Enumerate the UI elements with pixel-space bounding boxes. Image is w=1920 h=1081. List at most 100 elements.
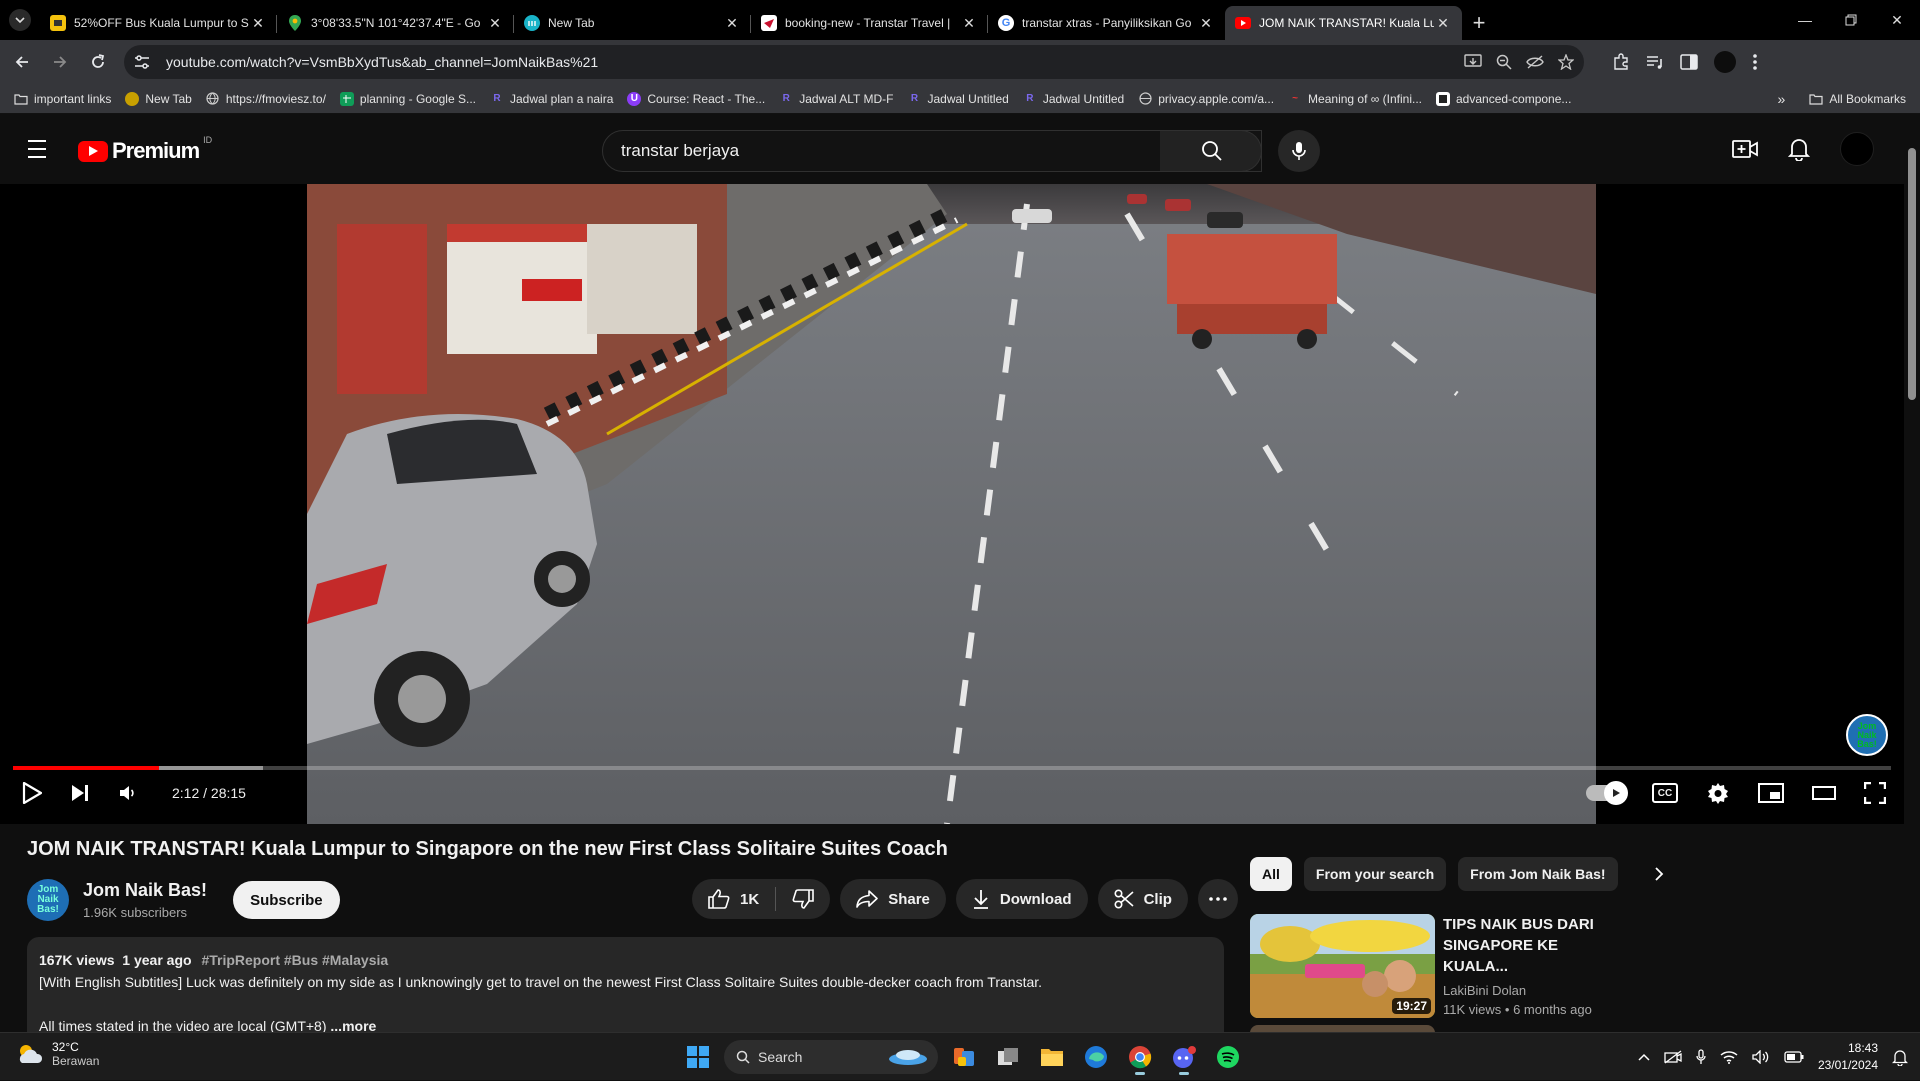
browser-tab-maps[interactable]: 3°08'33.5"N 101°42'37.4"E - Go ✕ xyxy=(277,6,514,40)
side-panel-icon[interactable] xyxy=(1680,54,1698,70)
close-window-button[interactable]: ✕ xyxy=(1874,0,1920,40)
bookmark-jadwal-alt[interactable]: R Jadwal ALT MD-F xyxy=(779,92,894,106)
like-button[interactable]: 1K xyxy=(692,887,777,911)
widgets-app[interactable] xyxy=(946,1039,982,1075)
mute-button[interactable] xyxy=(118,784,136,802)
fullscreen-button[interactable] xyxy=(1864,782,1886,804)
taskbar-search[interactable]: Search xyxy=(724,1040,938,1074)
channel-avatar[interactable]: Jom Naik Bas! xyxy=(27,879,69,921)
scrollbar-thumb[interactable] xyxy=(1908,148,1916,400)
recommended-video[interactable]: 19:27 TIPS NAIK BUS DARI SINGAPORE KE KU… xyxy=(1250,914,1623,1018)
tab-close-icon[interactable]: ✕ xyxy=(1197,14,1215,32)
reload-button[interactable] xyxy=(82,46,114,78)
tab-close-icon[interactable]: ✕ xyxy=(723,14,741,32)
browser-tab-youtube[interactable]: JOM NAIK TRANSTAR! Kuala Lu ✕ xyxy=(1225,6,1462,40)
restore-button[interactable] xyxy=(1828,0,1874,40)
recommended-channel[interactable]: LakiBini Dolan xyxy=(1443,983,1623,998)
more-actions-button[interactable] xyxy=(1197,879,1238,919)
channel-watermark[interactable]: Jom Naik Bas! xyxy=(1846,714,1888,756)
browser-tab-google-search[interactable]: G transtar xtras - Panyiliksikan Go ✕ xyxy=(988,6,1225,40)
tab-close-icon[interactable]: ✕ xyxy=(249,14,267,32)
account-avatar[interactable] xyxy=(1840,132,1874,166)
all-bookmarks-button[interactable]: All Bookmarks xyxy=(1809,92,1906,106)
camera-off-icon[interactable] xyxy=(1664,1050,1682,1064)
address-bar[interactable]: youtube.com/watch?v=VsmBbXydTus&ab_chann… xyxy=(124,45,1584,79)
settings-button[interactable] xyxy=(1706,781,1730,805)
weather-widget[interactable]: 32°C Berawan xyxy=(16,1040,99,1068)
description-box[interactable]: 167K views 1 year ago #TripReport #Bus #… xyxy=(27,937,1224,1047)
recommended-video-title[interactable]: TIPS NAIK BUS DARI SINGAPORE KE KUALA... xyxy=(1443,914,1623,977)
chips-next-button[interactable] xyxy=(1642,857,1676,891)
system-clock[interactable]: 18:43 23/01/2024 xyxy=(1818,1040,1878,1074)
extensions-icon[interactable] xyxy=(1612,53,1630,71)
bookmark-meaning-infinity[interactable]: ~ Meaning of ∞ (Infini... xyxy=(1288,92,1422,106)
task-view-app[interactable] xyxy=(990,1039,1026,1075)
file-explorer-app[interactable] xyxy=(1034,1039,1070,1075)
bookmark-jadwal-untitled-1[interactable]: R Jadwal Untitled xyxy=(907,92,1009,106)
miniplayer-button[interactable] xyxy=(1758,783,1784,803)
subscribe-button[interactable]: Subscribe xyxy=(233,881,340,919)
browser-menu-icon[interactable] xyxy=(1752,53,1758,71)
notifications-button[interactable] xyxy=(1788,137,1810,161)
bookmark-advanced-components[interactable]: advanced-compone... xyxy=(1436,91,1571,106)
spotify-app[interactable] xyxy=(1210,1039,1246,1075)
discord-app[interactable] xyxy=(1166,1039,1202,1075)
media-controls-icon[interactable] xyxy=(1646,54,1664,70)
bookmark-privacy-apple[interactable]: privacy.apple.com/a... xyxy=(1138,92,1274,106)
profile-avatar[interactable] xyxy=(1714,51,1736,73)
battery-icon[interactable] xyxy=(1784,1051,1804,1063)
tab-close-icon[interactable]: ✕ xyxy=(486,14,504,32)
bookmark-course-react[interactable]: U Course: React - The... xyxy=(627,91,765,106)
guide-menu-button[interactable] xyxy=(26,138,52,160)
new-tab-button[interactable]: + xyxy=(1462,6,1496,40)
bookmark-important-links[interactable]: important links xyxy=(14,92,111,106)
video-frame[interactable] xyxy=(307,184,1596,824)
browser-tab-bus-ticket[interactable]: 52%OFF Bus Kuala Lumpur to S ✕ xyxy=(40,6,277,40)
browser-tab-new-tab[interactable]: New Tab ✕ xyxy=(514,6,751,40)
notification-center-icon[interactable] xyxy=(1892,1048,1908,1066)
tab-close-icon[interactable]: ✕ xyxy=(960,14,978,32)
youtube-premium-logo[interactable]: Premium ID xyxy=(78,135,212,164)
forward-button[interactable] xyxy=(44,46,76,78)
chrome-app[interactable] xyxy=(1122,1039,1158,1075)
download-button[interactable]: Download xyxy=(955,879,1088,919)
bookmark-star-icon[interactable] xyxy=(1558,54,1574,70)
tray-overflow-icon[interactable] xyxy=(1638,1053,1650,1061)
bookmark-jadwal-untitled-2[interactable]: R Jadwal Untitled xyxy=(1023,92,1124,106)
video-player[interactable]: Jom Naik Bas! 2:12 / 28:15 CC xyxy=(0,184,1904,824)
zoom-icon[interactable] xyxy=(1496,54,1512,70)
theater-mode-button[interactable] xyxy=(1812,786,1836,800)
browser-tab-transtar-booking[interactable]: booking-new - Transtar Travel | ✕ xyxy=(751,6,988,40)
share-button[interactable]: Share xyxy=(840,879,946,919)
page-scrollbar[interactable] xyxy=(1904,114,1920,1032)
search-button[interactable] xyxy=(1162,130,1262,172)
start-button[interactable] xyxy=(680,1039,716,1075)
chip-from-channel[interactable]: From Jom Naik Bas! xyxy=(1458,857,1618,891)
more-bookmarks-icon[interactable]: » xyxy=(1778,91,1786,107)
minimize-button[interactable]: — xyxy=(1782,0,1828,40)
bookmark-jadwal-plan[interactable]: R Jadwal plan a naira xyxy=(490,92,613,106)
channel-name[interactable]: Jom Naik Bas! xyxy=(83,880,207,901)
site-info-icon[interactable] xyxy=(134,55,154,69)
bookmark-planning-sheet[interactable]: planning - Google S... xyxy=(339,91,476,106)
bookmark-fmoviesz[interactable]: https://fmoviesz.to/ xyxy=(206,92,326,106)
microphone-tray-icon[interactable] xyxy=(1696,1049,1706,1065)
edge-app[interactable] xyxy=(1078,1039,1114,1075)
bookmark-new-tab[interactable]: New Tab xyxy=(125,91,192,106)
seek-bar[interactable] xyxy=(13,766,1891,770)
chip-all[interactable]: All xyxy=(1250,857,1292,891)
voice-search-button[interactable] xyxy=(1278,130,1320,172)
subtitles-button[interactable]: CC xyxy=(1652,783,1678,803)
eye-off-icon[interactable] xyxy=(1526,55,1544,69)
tab-close-icon[interactable]: ✕ xyxy=(1434,14,1452,32)
wifi-icon[interactable] xyxy=(1720,1050,1738,1064)
tab-search-button[interactable] xyxy=(0,0,40,40)
video-thumbnail[interactable]: 19:27 xyxy=(1250,914,1435,1018)
create-button[interactable] xyxy=(1732,139,1758,159)
autoplay-toggle[interactable] xyxy=(1586,781,1628,805)
dislike-button[interactable] xyxy=(776,889,830,909)
hashtags[interactable]: #TripReport #Bus #Malaysia xyxy=(201,952,388,968)
chip-from-your-search[interactable]: From your search xyxy=(1303,857,1447,891)
clip-button[interactable]: Clip xyxy=(1097,879,1188,919)
volume-tray-icon[interactable] xyxy=(1752,1050,1770,1064)
